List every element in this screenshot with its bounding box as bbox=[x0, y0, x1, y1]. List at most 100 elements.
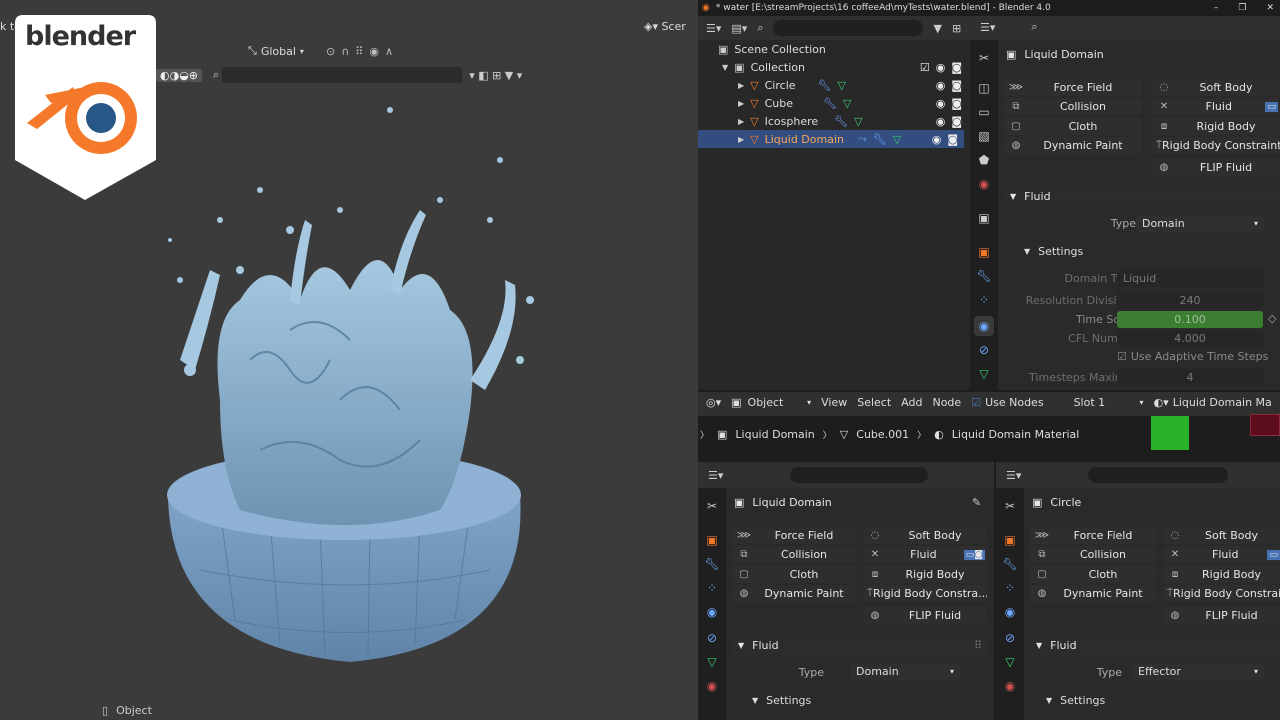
node-green-preview[interactable] bbox=[1151, 416, 1189, 450]
type-dropdown[interactable]: Domain ▾ bbox=[1136, 215, 1264, 232]
disclosure-closed-icon[interactable]: ▶ bbox=[738, 99, 744, 108]
rigid-body-constraint-button[interactable]: ⍑Rigid Body Constraint bbox=[1152, 137, 1280, 154]
new-collection-icon[interactable]: ⊞ bbox=[952, 22, 961, 35]
search-icon[interactable]: ⌕ bbox=[213, 68, 219, 82]
settings-subpanel-header[interactable]: ▼ Settings bbox=[752, 694, 811, 707]
rigid-body-constraint-button[interactable]: ⍑Rigid Body Constraint bbox=[1163, 585, 1280, 602]
render-icon[interactable]: ◫ bbox=[976, 80, 992, 96]
view-layer-icon[interactable]: ▧ bbox=[976, 128, 992, 144]
physics-icon[interactable]: ◉ bbox=[974, 316, 994, 336]
viewport-toggle-icon[interactable]: ▭ bbox=[1267, 549, 1280, 560]
dynamic-paint-button[interactable]: ◍ Dynamic Paint bbox=[732, 585, 856, 602]
material-icon[interactable]: ◉ bbox=[704, 678, 720, 694]
tool-icon[interactable]: ✂ bbox=[976, 50, 992, 66]
flip-fluid-button[interactable]: ◍ FLIP Fluid bbox=[1152, 159, 1280, 176]
checkbox-icon[interactable]: ☑ bbox=[920, 61, 930, 74]
viewport-3d[interactable]: k to ⤡ Global ▾ ⊙ ∩ ⠿ ◉ ∧ ◐◑◒⊕ ⌕ ▾ ◧ ⊞ ▼… bbox=[0, 0, 698, 720]
type-dropdown[interactable]: Domain ▾ bbox=[850, 663, 960, 680]
object-icon[interactable]: ▣ bbox=[704, 532, 720, 548]
constraints-icon[interactable]: ⊘ bbox=[976, 342, 992, 358]
eye-icon[interactable]: ◉ bbox=[932, 133, 942, 146]
eye-icon[interactable]: ◉ bbox=[936, 97, 946, 110]
constraints-icon[interactable]: ⊘ bbox=[704, 630, 720, 646]
data-icon[interactable]: ▽ bbox=[976, 366, 992, 382]
snap-icon[interactable]: ⠿ bbox=[355, 45, 363, 58]
eye-icon[interactable]: ◉ bbox=[936, 61, 946, 74]
material-icon[interactable]: ◉ bbox=[1002, 678, 1018, 694]
fluid-button[interactable]: ✕ Fluid ▭ bbox=[1152, 98, 1280, 115]
fluid-panel-header[interactable]: ▼ Fluid ⠿ bbox=[732, 634, 988, 656]
outliner-scene-collection[interactable]: ▣ Scene Collection bbox=[718, 40, 826, 58]
outliner-item-cube[interactable]: ▶ ▽ Cube 🔧︎ ▽ ◉ ◙ bbox=[738, 94, 962, 112]
search-field[interactable] bbox=[790, 467, 928, 483]
settings-subpanel-header[interactable]: ▼ Settings bbox=[1046, 694, 1105, 707]
filter-icon[interactable]: ▼ bbox=[933, 22, 941, 35]
world-icon[interactable]: ◉ bbox=[976, 176, 992, 192]
object-icon[interactable]: ▣ bbox=[976, 244, 992, 260]
tool-icon[interactable]: ✂ bbox=[704, 498, 720, 514]
fluid-button[interactable]: ✕ Fluid ▭◙ bbox=[863, 546, 987, 563]
flip-fluid-button[interactable]: ◍ FLIP Fluid bbox=[1163, 607, 1280, 624]
type-dropdown[interactable]: Effector ▾ bbox=[1132, 663, 1264, 680]
camera-icon[interactable]: ◙ bbox=[951, 97, 962, 110]
outliner-search[interactable] bbox=[773, 20, 924, 36]
disclosure-open-icon[interactable]: ▼ bbox=[722, 63, 728, 72]
cloth-button[interactable]: ▢ Cloth bbox=[1004, 118, 1142, 135]
search-field[interactable] bbox=[222, 67, 463, 83]
proportional-icon[interactable]: ◉ bbox=[369, 45, 379, 58]
maximize-icon[interactable]: ❐ bbox=[1238, 3, 1246, 13]
force-field-button[interactable]: ⋙ Force Field bbox=[732, 527, 856, 544]
particles-icon[interactable]: ⁘ bbox=[1002, 580, 1018, 596]
outliner-item-liquid-domain[interactable]: ▶ ▽ Liquid Domain ⤳ 🔧︎ ▽ ◉ ◙ bbox=[698, 130, 964, 148]
pin-icon[interactable]: ✎ bbox=[972, 496, 981, 509]
fluid-panel-header[interactable]: ▼ Fluid bbox=[1004, 185, 1280, 207]
drag-handle-icon[interactable]: ⠿ bbox=[974, 639, 982, 652]
collision-button[interactable]: ⧉ Collision bbox=[1004, 98, 1142, 115]
pivot-icon[interactable]: ⊙ bbox=[326, 45, 335, 58]
menu-view[interactable]: View bbox=[821, 396, 847, 409]
eye-icon[interactable]: ◉ bbox=[936, 115, 946, 128]
tool-icon[interactable]: ✂ bbox=[1002, 498, 1018, 514]
editor-type-icon[interactable]: ☰▾ bbox=[706, 22, 721, 35]
outliner-collection[interactable]: ▼ ▣ Collection ☑ ◉ ◙ bbox=[722, 58, 962, 76]
physics-icon[interactable]: ◉ bbox=[1002, 604, 1018, 620]
display-mode-icon[interactable]: ▤▾ bbox=[731, 22, 747, 35]
rigid-body-button[interactable]: ⧈ Rigid Body bbox=[863, 566, 987, 583]
adaptive-steps-checkbox[interactable]: ☑ Use Adaptive Time Steps bbox=[1117, 350, 1268, 363]
modifier-icon[interactable]: 🔧︎ bbox=[704, 556, 720, 572]
viewport-toggle-icon[interactable]: ▭ bbox=[1265, 101, 1278, 112]
scene-icon[interactable]: ⬟ bbox=[976, 152, 992, 168]
search-icon[interactable]: ⌕ bbox=[1031, 20, 1037, 34]
shading-icons[interactable]: ◐◑◒⊕ bbox=[156, 68, 203, 82]
editor-type-icon[interactable]: ☰▾ bbox=[708, 469, 723, 482]
cloth-button[interactable]: ▢ Cloth bbox=[732, 566, 856, 583]
shader-editor-icon[interactable]: ◎▾ bbox=[706, 396, 721, 409]
particles-icon[interactable]: ⁘ bbox=[704, 580, 720, 596]
time-scale-field[interactable]: 0.100 bbox=[1117, 311, 1263, 328]
physics-icon[interactable]: ◉ bbox=[704, 604, 720, 620]
search-icon[interactable]: ⌕ bbox=[757, 21, 763, 35]
rigid-body-constraint-button[interactable]: ⍑ Rigid Body Constra... bbox=[863, 585, 987, 602]
soft-body-button[interactable]: ◌ Soft Body bbox=[863, 527, 987, 544]
settings-subpanel-header[interactable]: ▼ Settings bbox=[1024, 245, 1083, 258]
keyframe-icon[interactable]: ◇ bbox=[1268, 312, 1276, 325]
minimize-icon[interactable]: – bbox=[1214, 3, 1219, 13]
dynamic-paint-button[interactable]: ◍ Dynamic Paint bbox=[1030, 585, 1156, 602]
slot-dropdown[interactable]: Slot 1 ▾ bbox=[1074, 396, 1144, 409]
collision-button[interactable]: ⧉ Collision bbox=[1030, 546, 1156, 563]
rigid-body-button[interactable]: ⧈ Rigid Body bbox=[1152, 118, 1280, 135]
soft-body-button[interactable]: ◌ Soft Body bbox=[1163, 527, 1280, 544]
eye-icon[interactable]: ◉ bbox=[936, 79, 946, 92]
outliner-item-icosphere[interactable]: ▶ ▽ Icosphere 🔧︎ ▽ ◉ ◙ bbox=[738, 112, 962, 130]
snap-tools[interactable]: ⊙ ∩ ⠿ ◉ ∧ bbox=[326, 42, 393, 60]
falloff-icon[interactable]: ∧ bbox=[385, 45, 393, 58]
disclosure-closed-icon[interactable]: ▶ bbox=[738, 135, 744, 144]
fluid-button[interactable]: ✕ Fluid ▭ bbox=[1163, 546, 1280, 563]
object-mode-dropdown[interactable]: ▣ Object ▾ bbox=[731, 396, 811, 409]
camera-icon[interactable]: ◙ bbox=[951, 115, 962, 128]
close-icon[interactable]: ✕ bbox=[1266, 3, 1274, 13]
soft-body-button[interactable]: ◌ Soft Body bbox=[1152, 79, 1280, 96]
data-icon[interactable]: ▽ bbox=[1002, 654, 1018, 670]
cloth-button[interactable]: ▢ Cloth bbox=[1030, 566, 1156, 583]
menu-select[interactable]: Select bbox=[857, 396, 891, 409]
